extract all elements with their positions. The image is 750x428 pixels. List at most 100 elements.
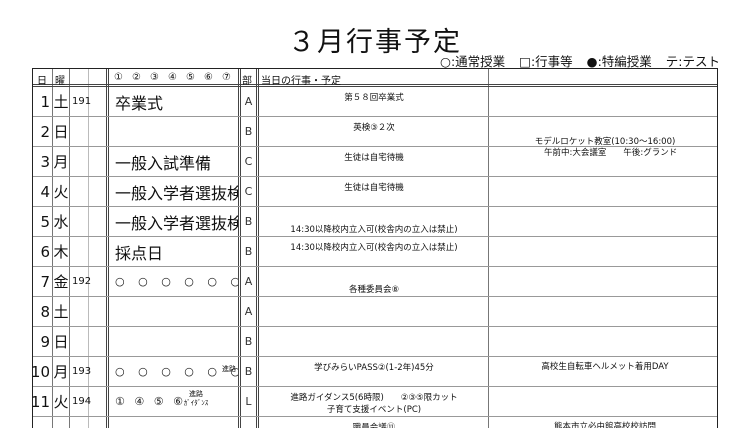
- legend-regular-class: ○:通常授業: [440, 54, 506, 69]
- today-events: 第５８回卒業式: [259, 87, 487, 116]
- today-events: 14:30以降校内立入可(校舎内の立入は禁止): [259, 207, 487, 236]
- weekday: 木: [53, 243, 69, 261]
- header-period-5: ⑤: [186, 72, 195, 83]
- table-row: 9日 B: [33, 327, 717, 357]
- header-period-1: ①: [114, 72, 123, 83]
- weekday: 水: [53, 213, 69, 231]
- event-line: 進路ガイダンス5(6時限) ②③⑤限カット: [290, 393, 458, 403]
- today-events: 生徒は自宅待機: [259, 147, 487, 176]
- table-row: 6 木 採点日 B 14:30以降校内立入可(校舎内の立入は禁止): [33, 237, 717, 267]
- table-row: 2 日 B 英検③２次 モデルロケット教室(10:30〜16:00) 午前中:大会議室 …: [33, 117, 717, 158]
- bu-code: B: [244, 215, 253, 228]
- other-events: [491, 297, 717, 326]
- bu-code: B: [244, 335, 253, 348]
- table-row: 7 金 192 ○ ○ ○ ○ ○ ○ A 各種委員会⑧: [33, 267, 717, 297]
- header-period-3: ③: [150, 72, 159, 83]
- class-day-count: 191: [72, 96, 92, 107]
- event-line: 生徒は自宅待機: [344, 183, 404, 193]
- event-cell: 一般入試準備: [115, 153, 212, 173]
- other-events: 熊本市立必由館高校校訪問: [491, 417, 717, 428]
- event-line: 学びみらいPASS②(1-2年)45分: [314, 363, 434, 373]
- guidance-label: ｶﾞｲﾀﾞﾝｽ: [183, 399, 209, 407]
- class-day-count: [70, 147, 106, 176]
- class-day-count: [70, 207, 106, 236]
- event-line: 高校生自転車ヘルメット着用DAY: [541, 362, 669, 372]
- header-day: 日: [37, 76, 47, 87]
- bu-code: C: [244, 155, 253, 168]
- today-events: 学びみらいPASS②(1-2年)45分: [259, 357, 487, 386]
- shinro-label: 進路: [222, 365, 236, 373]
- event-cell: 一般入学者選抜検査: [115, 183, 238, 203]
- other-events: モデルロケット教室(10:30〜16:00) 午前中:大会議室 午後:グランド: [491, 117, 717, 158]
- other-events: [491, 327, 717, 356]
- class-day-count: [70, 117, 106, 146]
- table-row: 3 月 一般入試準備 C 生徒は自宅待機: [33, 147, 717, 177]
- event-line: 職員会議⑪: [352, 423, 396, 428]
- day-number: 2: [40, 122, 50, 141]
- bu-code: L: [245, 395, 252, 408]
- today-events: 14:30以降校内立入可(校舎内の立入は禁止): [259, 237, 487, 266]
- bu-code: B: [244, 245, 253, 258]
- bu-code: A: [244, 305, 253, 318]
- weekday: 月: [53, 363, 69, 381]
- today-events: 職員会議⑪: [259, 417, 487, 428]
- bu-code: A: [244, 275, 253, 288]
- today-events: [259, 327, 487, 356]
- other-events: [491, 207, 717, 236]
- today-events: [259, 297, 487, 326]
- legend-events: □:行事等: [519, 54, 573, 69]
- other-events: [491, 387, 717, 416]
- bu-code: B: [244, 365, 253, 378]
- table-row: 1 土 191 卒業式 A 第５８回卒業式: [33, 87, 717, 117]
- shinro-guidance-label: 進路 ｶﾞｲﾀﾞﾝｽ: [183, 390, 209, 408]
- class-day-count: 194: [72, 396, 92, 407]
- class-day-count: 193: [72, 366, 92, 377]
- event-line: 生徒は自宅待機: [344, 153, 404, 163]
- bu-code: A: [244, 95, 253, 108]
- event-cell: [112, 417, 238, 428]
- class-day-count: [70, 327, 106, 356]
- event-cell: [112, 117, 238, 146]
- header-period-2: ②: [132, 72, 141, 83]
- table-row: 職員会議⑪ 熊本市立必由館高校校訪問: [33, 417, 717, 428]
- other-events: [491, 237, 717, 266]
- event-line: 各種委員会⑧: [348, 285, 400, 295]
- today-events: 生徒は自宅待機: [259, 177, 487, 206]
- day-number: 4: [40, 182, 50, 201]
- other-events: [491, 267, 717, 296]
- class-day-count: 192: [72, 276, 92, 287]
- weekday: 金: [53, 273, 69, 291]
- event-cell: 卒業式: [115, 93, 164, 113]
- class-day-count: [70, 417, 106, 428]
- event-line: 熊本市立必由館高校校訪問: [553, 422, 656, 428]
- event-cell: 採点日: [115, 243, 164, 263]
- day-number: 10: [30, 362, 50, 381]
- weekday: 土: [53, 93, 69, 111]
- other-events: [491, 87, 717, 116]
- day-number: 8: [40, 302, 50, 321]
- header-period-6: ⑥: [204, 72, 213, 83]
- weekday: 火: [53, 393, 69, 411]
- table-row: 8土 A: [33, 297, 717, 327]
- legend-special-class: ●:特編授業: [586, 54, 652, 69]
- table-row: 11 火 194 ① ④ ⑤ ⑥ 進路 ｶﾞｲﾀﾞﾝｽ L 進路ガイダンス5(6時限) ②③⑤…: [31, 387, 717, 417]
- weekday: 日: [53, 123, 69, 141]
- header-events: 当日の行事・予定: [261, 76, 341, 87]
- event-cell: [112, 297, 238, 326]
- event-cell: [112, 327, 238, 356]
- day-number: 3: [40, 152, 50, 171]
- day-number: 7: [40, 272, 50, 291]
- day-number: 5: [40, 212, 50, 231]
- bu-code: B: [244, 125, 253, 138]
- shinro-label: 進路: [189, 390, 203, 398]
- day-number: 9: [40, 332, 50, 351]
- event-line: 14:30以降校内立入可(校舎内の立入は禁止): [290, 225, 458, 235]
- event-line: 14:30以降校内立入可(校舎内の立入は禁止): [290, 243, 458, 253]
- event-cell: ① ④ ⑤ ⑥: [115, 395, 183, 408]
- event-line: 英検③２次: [353, 123, 395, 133]
- schedule-table: 日 曜 ① ② ③ ④ ⑤ ⑥ ⑦ 部 当日の行事・予定 1 土 191 卒業式 A 第５…: [30, 68, 718, 428]
- header-weekday: 曜: [55, 76, 65, 87]
- event-line: 子育て支援イベント(PC): [326, 405, 422, 415]
- table-row: 10 月 193 ○ ○ ○ ○ ○ ○ 進路 B 学びみらいPASS②(1-2年)45分高…: [30, 357, 717, 387]
- bu-code: [240, 417, 257, 428]
